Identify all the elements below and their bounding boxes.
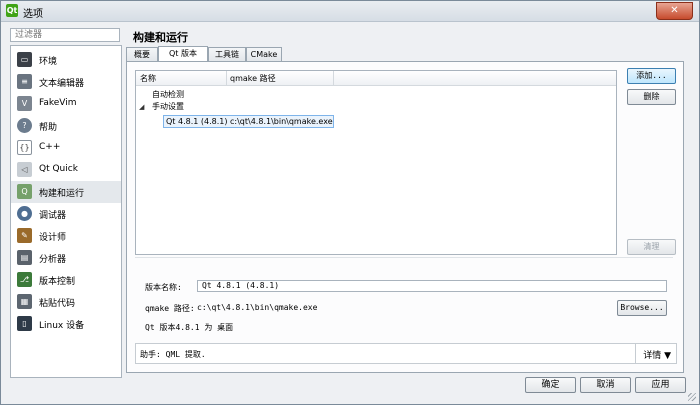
sidebar-item-designer[interactable]: ✎ 设计师 [11,225,121,247]
sidebar-item-label: 版本控制 [39,277,76,287]
helper-separator [635,344,636,363]
sidebar-item-label: 构建和运行 [39,189,85,199]
sidebar-item-label: C++ [39,142,61,152]
category-list: ▭ 环境 ≡ 文本编辑器 V FakeVim ? 帮助 {} C++ ◁ Qt … [10,45,122,378]
sidebar-item-label: 调试器 [39,211,67,221]
sidebar-item-label: 粘贴代码 [39,299,76,309]
tree-group-manual[interactable]: 手动设置 [152,101,184,112]
remove-button[interactable]: 删除 [627,89,676,105]
details-toggle-button[interactable]: 详情 ▼ [643,348,671,361]
analyzer-icon: ▤ [17,250,32,265]
linux-device-icon: ▯ [17,316,32,331]
version-details: 版本名称: Qt 4.8.1 (4.8.1) qmake 路径: c:\qt\4… [135,257,673,336]
sidebar-item-cpp[interactable]: {} C++ [11,137,121,159]
expand-arrow-icon[interactable]: ◢ [139,103,144,111]
apply-button[interactable]: 应用 [635,377,686,393]
build-run-icon: Q [17,184,32,199]
filter-input[interactable] [10,28,120,42]
options-window: Qt 选项 ✕ ▭ 环境 ≡ 文本编辑器 V FakeVim ? 帮助 {} C… [0,0,700,405]
tab-overview[interactable]: 概要 [126,47,158,61]
sidebar-item-label: 文本编辑器 [39,79,85,89]
sidebar-item-build-run[interactable]: Q 构建和运行 [11,181,121,203]
sidebar-item-environment[interactable]: ▭ 环境 [11,49,121,71]
qt-quick-icon: ◁ [17,162,32,177]
clean-button[interactable]: 清理 [627,239,676,255]
sidebar-item-label: FakeVim [39,98,77,108]
tree-header: 名称 qmake 路径 [136,71,616,86]
tree-group-auto-detected[interactable]: 自动检测 [152,89,184,100]
version-info-text: Qt 版本4.8.1 为 桌面 [145,323,234,332]
sidebar-item-label: Linux 设备 [39,321,85,331]
ok-button[interactable]: 确定 [525,377,576,393]
version-name-label: 版本名称: [145,283,182,292]
sidebar-item-linux-device[interactable]: ▯ Linux 设备 [11,313,121,335]
qt-app-icon: Qt [6,4,18,17]
qt-versions-tree[interactable]: 名称 qmake 路径 自动检测 ◢ 手动设置 Qt 4.8.1 (4.8.1)… [135,70,617,255]
sidebar-item-label: 帮助 [39,123,58,133]
paste-code-icon: ▦ [17,294,32,309]
column-header-name[interactable]: 名称 [140,73,156,84]
fakevim-icon: V [17,96,32,111]
sidebar-item-label: 设计师 [39,233,67,243]
page-title: 构建和运行 [133,31,188,44]
tree-row-qt-481[interactable]: Qt 4.8.1 (4.8.1) c:\qt\4.8.1\bin\qmake.e… [163,115,334,128]
sidebar-item-text-editor[interactable]: ≡ 文本编辑器 [11,71,121,93]
helper-bar: 助手: QML 提取. 详情 ▼ [135,343,677,364]
helper-text: 助手: QML 提取. [140,350,206,359]
column-separator [226,71,227,85]
sidebar-item-paste-code[interactable]: ▦ 粘贴代码 [11,291,121,313]
tab-qt-versions[interactable]: Qt 版本 [158,46,208,62]
tab-cmake[interactable]: CMake [246,47,282,61]
qt-versions-panel: 名称 qmake 路径 自动检测 ◢ 手动设置 Qt 4.8.1 (4.8.1)… [126,61,684,373]
sidebar-item-debugger[interactable]: ● 调试器 [11,203,121,225]
sidebar-item-label: 分析器 [39,255,67,265]
sidebar-item-help[interactable]: ? 帮助 [11,115,121,137]
sidebar-item-qt-quick[interactable]: ◁ Qt Quick [11,159,121,181]
designer-icon: ✎ [17,228,32,243]
window-title: 选项 [23,9,43,20]
debugger-icon: ● [17,206,32,221]
cpp-icon: {} [17,140,32,155]
add-button[interactable]: 添加... [627,68,676,84]
version-control-icon: ⎇ [17,272,32,287]
resize-grip[interactable] [688,393,696,401]
tab-toolchains[interactable]: 工具链 [208,47,246,61]
browse-button[interactable]: Browse... [617,300,667,316]
sidebar-item-analyzer[interactable]: ▤ 分析器 [11,247,121,269]
sidebar-item-fakevim[interactable]: V FakeVim [11,93,121,115]
cancel-button[interactable]: 取消 [580,377,631,393]
help-icon: ? [17,118,32,133]
text-editor-icon: ≡ [17,74,32,89]
qmake-path-value: c:\qt\4.8.1\bin\qmake.exe [197,303,318,312]
title-bar[interactable]: Qt 选项 ✕ [1,1,699,22]
qmake-path-label: qmake 路径: [145,304,195,313]
column-header-qmake[interactable]: qmake 路径 [230,73,276,84]
sidebar-item-version-control[interactable]: ⎇ 版本控制 [11,269,121,291]
monitor-icon: ▭ [17,52,32,67]
column-separator [333,71,334,85]
sidebar-item-label: 环境 [39,57,58,67]
close-button[interactable]: ✕ [656,2,693,20]
sidebar-item-label: Qt Quick [39,164,78,174]
version-name-input[interactable]: Qt 4.8.1 (4.8.1) [197,280,667,292]
